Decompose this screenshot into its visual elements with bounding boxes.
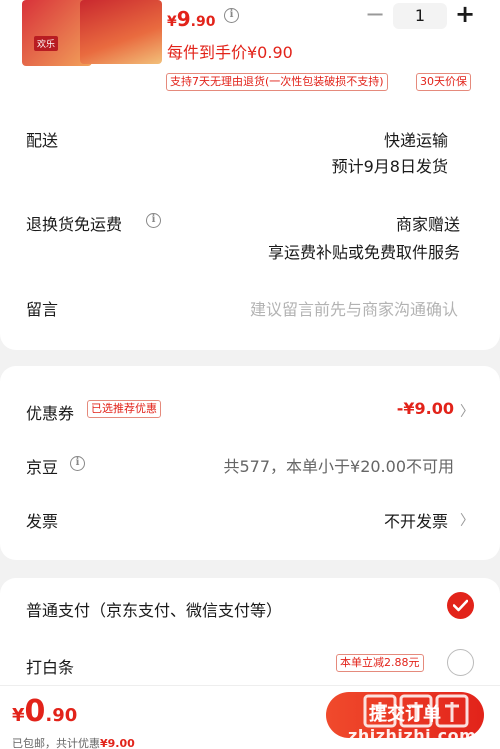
quantity-plus-button[interactable]: + [453, 0, 477, 28]
delivery-label: 配送 [26, 131, 59, 150]
baitiao-radio[interactable] [447, 649, 474, 676]
minus-icon: − [364, 0, 386, 28]
coupon-label: 优惠券 [26, 404, 75, 423]
return-shipping-detail: 享运费补贴或免费取件服务 [267, 243, 460, 262]
return-shipping-info-icon[interactable]: i [146, 213, 161, 228]
product-thumbnail[interactable]: 欢乐 [22, 0, 162, 66]
return-shipping-value: 商家赠送 [395, 215, 460, 234]
normal-pay-label[interactable]: 普通支付（京东支付、微信支付等） [26, 597, 282, 621]
jingdou-value: 共577，本单小于¥20.00不可用 [223, 457, 454, 476]
jingdou-info-icon[interactable]: i [70, 456, 85, 471]
invoice-value[interactable]: 不开发票 [384, 508, 448, 532]
chevron-right-icon: 〉 [460, 513, 474, 529]
price-protect-badge: 30天价保 [416, 73, 471, 91]
price-currency: ¥ [167, 14, 177, 30]
baitiao-discount-tag: 本单立减2.88元 [336, 654, 424, 672]
total-discount: ¥9.00 [100, 737, 135, 749]
check-icon [453, 599, 468, 612]
total-price: ¥0.90 [12, 694, 77, 729]
total-currency: ¥ [12, 705, 25, 726]
return-policy-badge: 支持7天无理由退货(一次性包装破损不支持) [166, 73, 388, 91]
product-image-box [80, 0, 162, 64]
total-integer: 0 [24, 694, 46, 729]
product-price: ¥9.90 [167, 7, 215, 31]
quantity-input[interactable]: 1 [393, 3, 447, 29]
message-input[interactable]: 建议留言前先与商家沟通确认 [250, 296, 458, 320]
normal-pay-radio-checked[interactable] [447, 592, 474, 619]
price-integer: 9 [176, 7, 191, 31]
total-decimal: .90 [45, 705, 78, 726]
each-price-text: 每件到手价¥0.90 [167, 43, 293, 62]
coupon-recommend-tag: 已选推荐优惠 [87, 400, 161, 418]
discount-summary: 已包邮，共计优惠¥9.00 [12, 735, 135, 749]
price-info-icon[interactable]: i [224, 8, 239, 23]
price-decimal: .90 [190, 14, 216, 30]
delivery-estimate: 预计9月8日发货 [331, 157, 448, 176]
message-label: 留言 [26, 300, 59, 319]
chevron-right-icon: 〉 [460, 404, 474, 420]
return-shipping-label: 退换货免运费 [26, 215, 123, 234]
plus-icon: + [454, 0, 476, 28]
invoice-label: 发票 [26, 512, 59, 531]
jingdou-label: 京豆 [26, 458, 59, 477]
watermark-text: zhizhizhi.com [348, 726, 477, 745]
shipping-note: 已包邮，共计优惠 [12, 737, 100, 749]
quantity-minus-button[interactable]: − [364, 2, 386, 26]
delivery-method[interactable]: 快递运输 [384, 127, 448, 151]
coupon-value[interactable]: -¥9.00 [397, 399, 454, 418]
baitiao-label[interactable]: 打白条 [26, 654, 74, 678]
product-image-tag: 欢乐 [34, 36, 59, 51]
